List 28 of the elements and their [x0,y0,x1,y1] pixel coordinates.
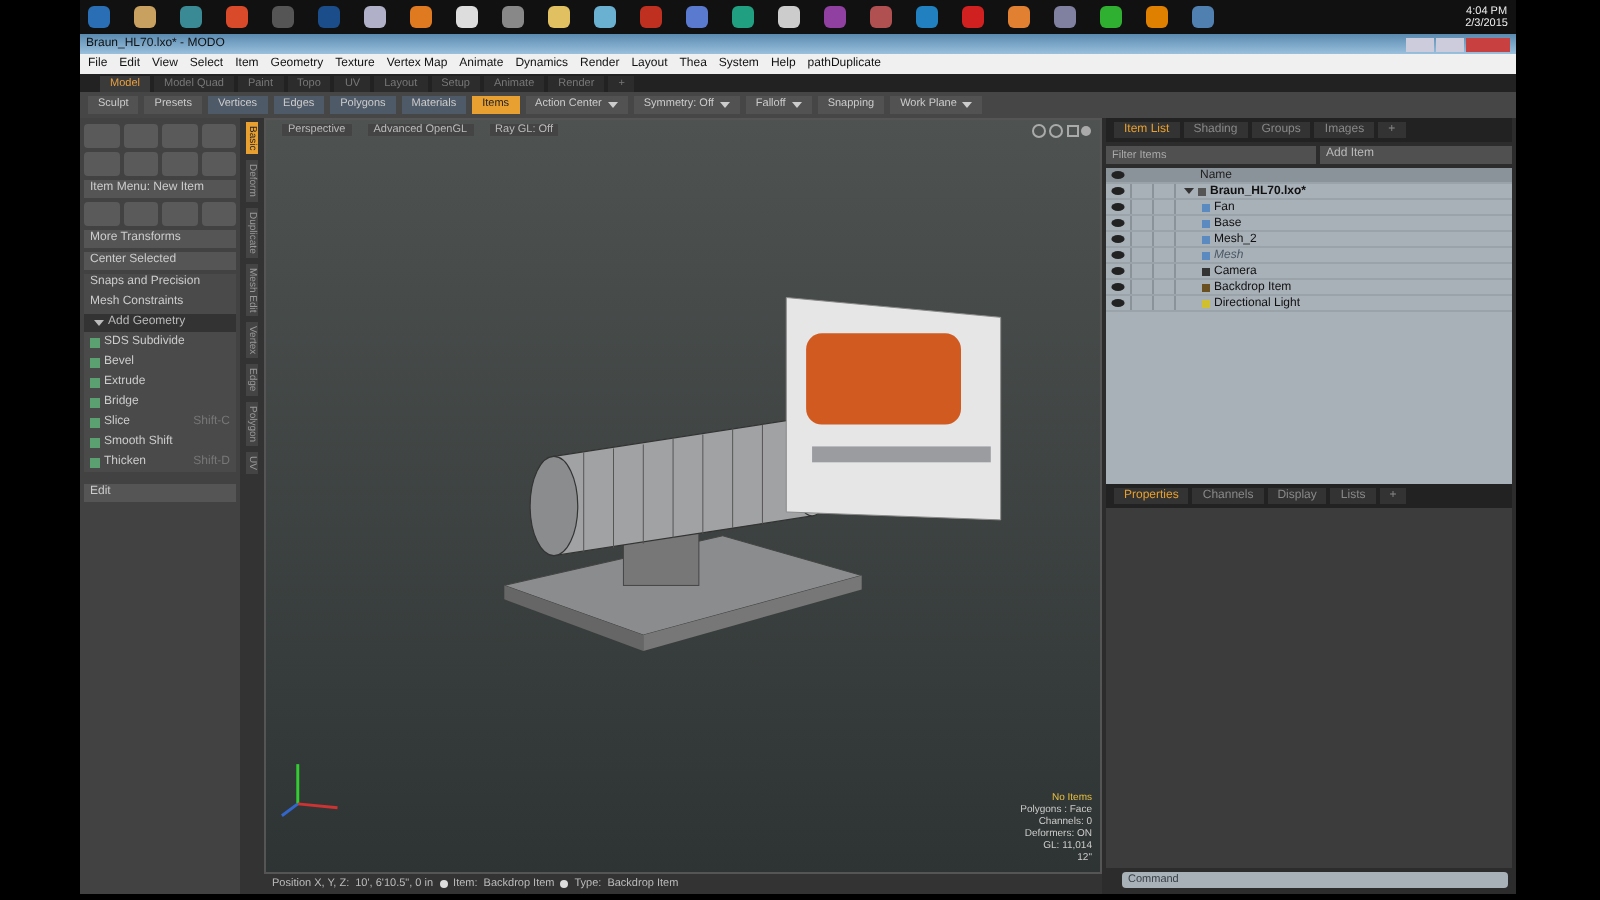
caret-icon [719,100,730,110]
separator-dot-icon [560,880,569,888]
expand-triangle-icon[interactable] [1184,186,1194,196]
taskbar-app-icon[interactable] [548,6,570,28]
separator-dot-icon [439,880,448,888]
eye-icon[interactable] [1106,186,1130,196]
eye-icon[interactable] [1106,282,1130,292]
taskbar-app-icon[interactable] [1100,6,1122,28]
taskbar-app-icon[interactable] [410,6,432,28]
taskbar-app-icon[interactable] [134,6,156,28]
taskbar-app-icon[interactable] [1146,6,1168,28]
taskbar-app-icon[interactable] [594,6,616,28]
eye-icon[interactable] [1106,202,1130,212]
caret-icon [791,100,802,110]
taskbar-app-icon[interactable] [732,6,754,28]
eye-icon[interactable] [1106,250,1130,260]
eye-icon[interactable] [1106,266,1130,276]
caret-icon [607,100,618,110]
eye-icon[interactable] [1106,218,1130,228]
taskbar-app-icon[interactable] [778,6,800,28]
eye-icon[interactable] [1106,298,1130,308]
taskbar-app-icon[interactable] [1008,6,1030,28]
caret-icon [962,100,973,110]
viewport-controls-icon[interactable] [1032,124,1092,138]
taskbar-app-icon[interactable] [456,6,478,28]
eye-icon[interactable] [1106,234,1130,244]
taskbar-app-icon[interactable] [364,6,386,28]
axis-icon [281,764,338,817]
